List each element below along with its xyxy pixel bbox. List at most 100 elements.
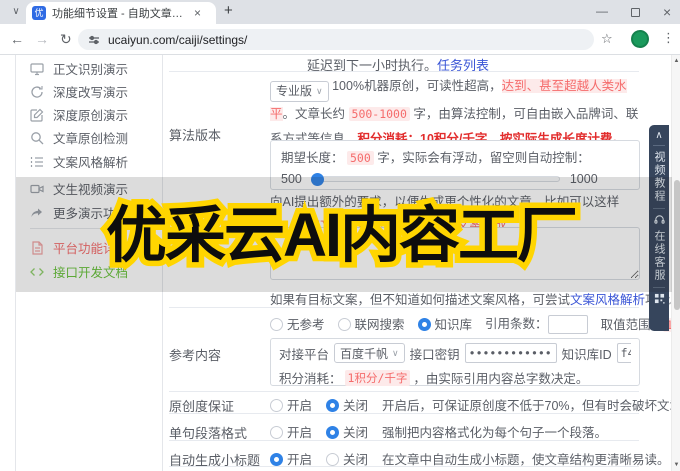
qr-code-icon[interactable]	[654, 293, 665, 304]
reference-content-label: 参考内容	[169, 345, 221, 364]
knowledge-base-config-box: 对接平台 百度千帆∨ 接口密钥 知识库ID 积分消耗： 1积分/千字 ，由实际引…	[270, 338, 640, 386]
radio-no-reference[interactable]: 无参考	[270, 314, 325, 333]
sidebar-item-originality-check[interactable]: 文章原创检测	[30, 128, 128, 147]
expected-length-line: 期望长度： 500 字，实际会有浮动，留空则自动控制：	[281, 147, 629, 166]
radio-label: 关闭	[343, 453, 368, 467]
algorithm-version-select[interactable]: 专业版∨	[270, 81, 329, 102]
radio-off[interactable]: 关闭	[326, 395, 368, 414]
radio-icon	[270, 399, 283, 412]
desc-text: 100%机器原创，可读性超高，	[332, 79, 501, 93]
radio-icon-checked	[326, 399, 339, 412]
list-icon	[30, 155, 44, 169]
reload-button[interactable]: ↻	[60, 31, 72, 48]
algorithm-version-label: 算法版本	[169, 125, 221, 144]
collapse-chevron-icon[interactable]: ∧	[655, 131, 662, 140]
browser-menu-icon[interactable]: ⋮	[662, 30, 675, 46]
quote-count-group: 引用条数：	[485, 313, 588, 334]
radio-on[interactable]: 开启	[270, 395, 312, 414]
url-text: ucaiyun.com/caiji/settings/	[108, 33, 247, 47]
radio-label: 关闭	[343, 426, 368, 440]
select-value: 百度千帆	[340, 345, 388, 362]
radio-label: 知识库	[435, 318, 473, 332]
window-maximize-button[interactable]	[631, 8, 640, 17]
style-analysis-link[interactable]: 文案风格解析	[570, 293, 645, 307]
scroll-up-icon[interactable]: ▲	[673, 58, 680, 64]
radio-label: 开启	[287, 426, 312, 440]
sidebar-item-deep-original[interactable]: 深度原创演示	[30, 105, 128, 124]
row-divider	[169, 391, 639, 392]
originality-guarantee-row: 开启 关闭 开启后，可保证原创度不低于70%，但有时会破坏文章风格。	[270, 395, 680, 414]
chevron-down-icon: ∨	[392, 348, 399, 359]
browser-window: ∨ 优 功能细节设置 - 自助文章采集 × + — × ← → ↻ ucaiyu…	[0, 0, 680, 471]
cost-label: 积分消耗：	[279, 368, 342, 387]
radio-label: 关闭	[343, 399, 368, 413]
radio-web-search[interactable]: 联网搜索	[338, 314, 405, 333]
radio-label: 开启	[287, 399, 312, 413]
api-key-label: 接口密钥	[410, 344, 460, 363]
length-range-badge: 500-1000	[349, 107, 410, 121]
sidebar-item-label: 深度原创演示	[53, 105, 128, 124]
length-suffix: 字，实际会有浮动，留空则自动控制：	[377, 151, 590, 165]
radio-off[interactable]: 关闭	[326, 422, 368, 441]
radio-icon	[326, 453, 339, 466]
platform-select[interactable]: 百度千帆 ∨	[334, 343, 405, 363]
tune-icon	[88, 34, 100, 46]
watermark: 优采云AI内容工厂 优采云AI内容工厂	[86, 191, 596, 281]
page-scrollbar[interactable]: ▲ ▼	[671, 55, 680, 471]
row-divider	[169, 413, 639, 414]
api-key-input[interactable]	[465, 343, 557, 363]
forward-button[interactable]: →	[35, 31, 49, 47]
toggle-description: 强制把内容格式化为每个句子一个段落。	[382, 422, 607, 441]
radio-icon-checked	[326, 426, 339, 439]
row-divider	[169, 307, 639, 308]
sidebar-item-deep-rewrite[interactable]: 深度改写演示	[30, 82, 128, 101]
note-text: 如果有目标文案，但不知道如何描述文案风格，可尝试	[270, 293, 570, 307]
sidebar-item-label: 文章原创检测	[53, 128, 128, 147]
bookmark-star-icon[interactable]: ☆	[601, 31, 613, 47]
select-value: 专业版	[276, 79, 312, 104]
tab-close-icon[interactable]: ×	[194, 7, 201, 19]
url-bar[interactable]: ucaiyun.com/caiji/settings/	[78, 29, 594, 50]
radio-knowledge-base[interactable]: 知识库	[418, 314, 473, 333]
scroll-down-icon[interactable]: ▼	[673, 462, 680, 468]
new-tab-button[interactable]: +	[224, 2, 233, 19]
reference-source-radios: 无参考 联网搜索 知识库 引用条数： 取值范围：1-10	[270, 313, 642, 334]
radio-label: 无参考	[287, 318, 325, 332]
radio-icon-checked	[418, 318, 431, 331]
refresh-icon	[30, 85, 44, 99]
length-prefix: 期望长度：	[281, 151, 344, 165]
browser-tab[interactable]: 优 功能细节设置 - 自助文章采集 ×	[26, 2, 216, 24]
single-sentence-row: 开启 关闭 强制把内容格式化为每个句子一个段落。	[270, 422, 607, 441]
quote-count-input[interactable]	[548, 315, 588, 334]
search-icon	[30, 131, 44, 145]
radio-on[interactable]: 开启	[270, 422, 312, 441]
panel-divider	[653, 145, 665, 146]
sidebar-item-label: 深度改写演示	[53, 82, 128, 101]
length-value-badge: 500	[347, 151, 374, 165]
radio-icon	[270, 318, 283, 331]
kb-id-label: 知识库ID	[562, 344, 612, 363]
scrollbar-thumb[interactable]	[674, 180, 680, 310]
kb-id-input[interactable]	[617, 343, 631, 363]
kb-cost-line: 积分消耗： 1积分/千字 ，由实际引用内容总字数决定。	[279, 368, 631, 387]
row-divider	[169, 466, 639, 467]
tab-strip: ∨ 优 功能细节设置 - 自助文章采集 × + — ×	[0, 0, 680, 24]
profile-avatar[interactable]	[631, 30, 649, 48]
window-minimize-button[interactable]: —	[596, 4, 608, 18]
chevron-down-icon: ∨	[316, 79, 323, 104]
tab-favicon: 优	[32, 6, 46, 20]
window-close-button[interactable]: ×	[663, 4, 671, 20]
edit-icon	[30, 108, 44, 122]
row-divider	[169, 440, 639, 441]
radio-label: 联网搜索	[355, 318, 405, 332]
kb-config-line: 对接平台 百度千帆∨ 接口密钥 知识库ID	[279, 343, 631, 363]
tab-title: 功能细节设置 - 自助文章采集	[52, 5, 192, 21]
monitor-icon	[30, 62, 44, 76]
sidebar-item-text-recognition[interactable]: 正文识别演示	[30, 59, 128, 78]
back-button[interactable]: ←	[10, 31, 24, 47]
desc-text: 。文章长约	[283, 107, 346, 121]
sidebar-item-style-analysis[interactable]: 文案风格解析	[30, 152, 128, 171]
radio-label: 开启	[287, 453, 312, 467]
tab-search-icon[interactable]: ∨	[7, 4, 25, 20]
radio-icon-checked	[270, 453, 283, 466]
